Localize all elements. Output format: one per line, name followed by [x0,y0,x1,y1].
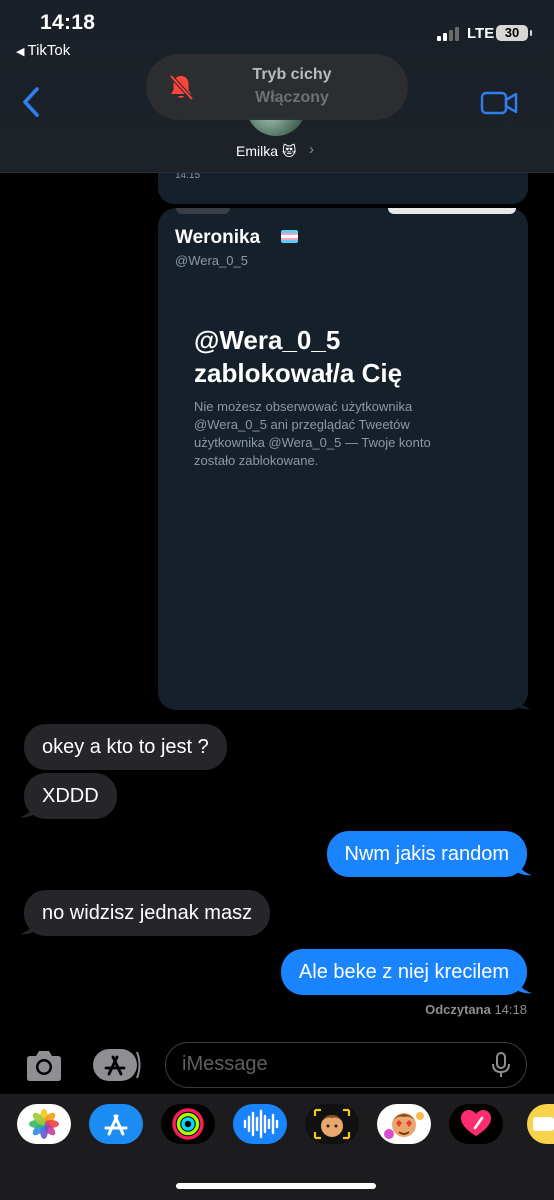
tweet-avatar-peek [176,208,230,214]
app-store-apps-icon[interactable] [92,1048,142,1082]
bubble-tail [512,692,532,710]
memoji-icon[interactable] [305,1104,359,1144]
silent-mode-title: Tryb cichy [252,66,332,83]
silent-mode-status: Włączony [255,89,329,106]
facetime-video-icon[interactable] [480,90,518,116]
back-triangle-icon: ◀ [16,46,25,58]
bubble-tail [514,860,532,876]
silent-mode-banner: Tryb cichy Włączony [146,54,408,120]
battery-tip [530,30,532,36]
home-indicator[interactable] [176,1183,376,1189]
read-receipt-time: 14:18 [494,1002,527,1017]
memoji-stickers-icon[interactable] [377,1104,431,1144]
contact-name[interactable]: Emilka 😻 [236,143,297,160]
bubble-tail [20,919,38,935]
imessage-placeholder: iMessage [182,1053,268,1075]
status-time: 14:18 [40,11,96,34]
app-store-icon[interactable] [89,1104,143,1144]
back-to-app-link[interactable]: ◀ TikTok [16,42,70,59]
microphone-icon[interactable] [491,1052,511,1078]
transgender-flag-icon [281,230,298,243]
back-app-label: TikTok [27,42,71,59]
bubble-tail [514,978,532,994]
activity-icon[interactable] [161,1104,215,1144]
camera-icon[interactable] [24,1048,64,1084]
cellular-signal-icon [437,24,463,41]
tweet-button-peek [388,208,516,214]
blocked-notice-body: Nie możesz obserwować użytkownika @Wera_… [194,399,431,468]
digital-touch-icon[interactable] [449,1104,503,1144]
tweet-profile-name: Weronika [175,227,261,248]
bubble-tail [20,802,38,818]
blocked-notice-title: @Wera_0_5 zablokował/a Cię [194,325,403,388]
message-bubble-sent[interactable]: Ale beke z niej krecilem [280,949,527,995]
contact-avatar[interactable] [246,118,306,136]
read-receipt: Odczytana 14:18 [425,1002,527,1017]
photos-icon[interactable] [17,1104,71,1144]
tweet-profile-handle: @Wera_0_5 [175,253,248,268]
back-chevron-icon[interactable] [20,86,42,118]
contact-chevron-icon[interactable]: › [309,141,314,158]
audio-message-icon[interactable] [233,1104,287,1144]
battery-icon: 30 [496,25,528,41]
message-bubble-sent[interactable]: Nwm jakis random [326,831,527,877]
network-type: LTE [467,25,495,42]
message-bubble-received[interactable]: no widzisz jednak masz [24,890,271,936]
message-bubble-received[interactable]: okey a kto to jest ? [24,724,227,770]
read-receipt-label: Odczytana [425,1002,491,1017]
